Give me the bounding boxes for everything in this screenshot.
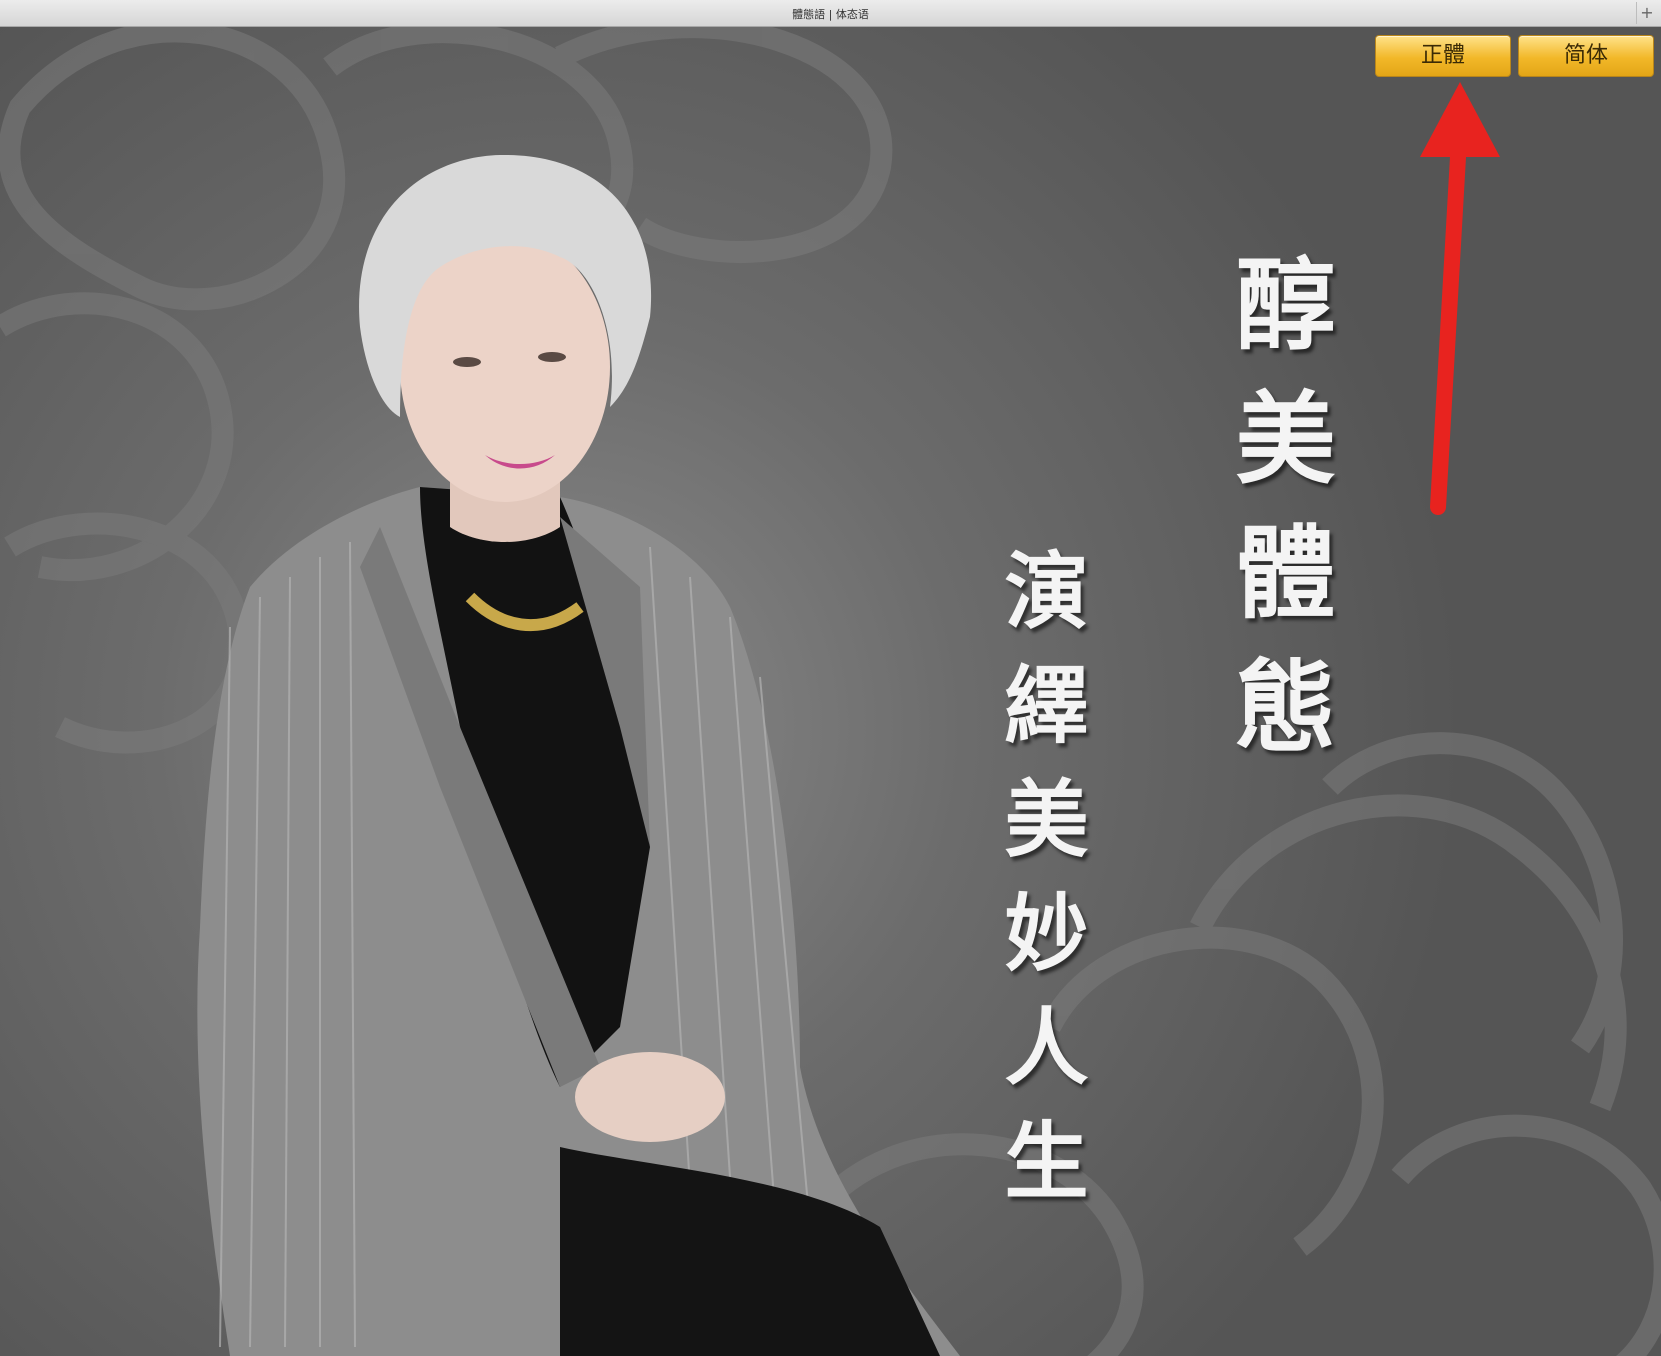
traditional-chinese-button[interactable]: 正體 xyxy=(1375,35,1511,77)
window-title: 體態語 | 体态语 xyxy=(792,8,869,21)
annotation-arrow xyxy=(1420,82,1500,515)
window-titlebar: 體態語 | 体态语 + xyxy=(0,0,1661,27)
hero-banner: 正體 简体 醇美體態 演繹美妙人生 xyxy=(0,27,1661,1356)
banner-subline: 演繹美妙人生 xyxy=(991,547,1090,1231)
hero-artwork xyxy=(0,27,1661,1356)
new-tab-button[interactable]: + xyxy=(1636,2,1657,24)
banner-headline: 醇美體態 xyxy=(1218,252,1336,788)
simplified-chinese-button[interactable]: 简体 xyxy=(1518,35,1654,77)
